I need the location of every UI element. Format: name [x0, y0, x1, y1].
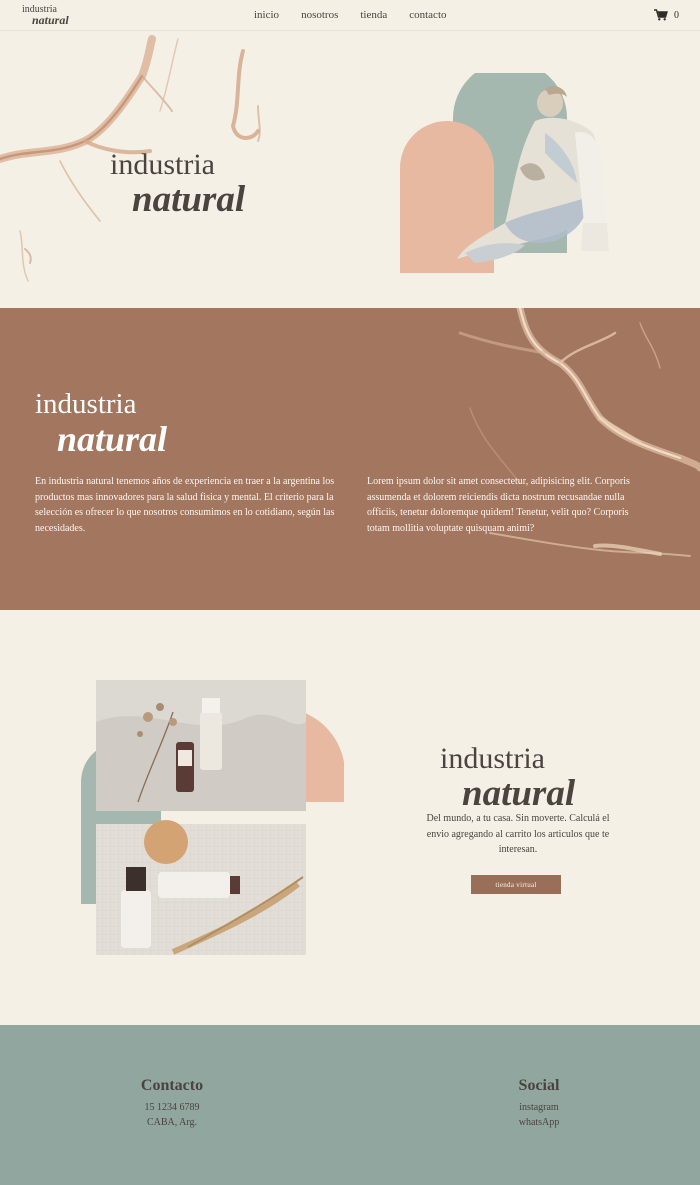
hero-section: industria natural: [0, 31, 700, 308]
footer: Contacto 15 1234 6789 CABA, Arg. Social …: [0, 1025, 700, 1185]
footer-social-heading: Social: [518, 1077, 560, 1094]
shop-description: Del mundo, a tu casa. Sin moverte. Calcu…: [426, 813, 610, 855]
shop-title: industria natural: [440, 743, 575, 813]
marble-texture-dark: [458, 308, 700, 557]
cart-button[interactable]: 0: [654, 9, 679, 21]
nav-link-tienda[interactable]: tienda: [360, 9, 387, 21]
about-section: industria natural En industria natural t…: [0, 308, 700, 610]
statue-collage: [400, 73, 609, 273]
product-collage: [81, 680, 344, 955]
footer-link-whatsapp[interactable]: whatsApp: [479, 1115, 599, 1130]
about-title-line1: industria: [35, 388, 137, 420]
footer-social: Social instagram whatsApp: [479, 1077, 599, 1130]
about-title-line2: natural: [57, 419, 168, 459]
shop-title-line1: industria: [440, 742, 545, 775]
nav-link-inicio[interactable]: inicio: [254, 9, 279, 21]
cart-count: 0: [674, 9, 679, 21]
nav-links: inicio nosotros tienda contacto: [254, 9, 447, 21]
shop-section: industria natural Del mundo, a tu casa. …: [0, 610, 700, 1025]
top-nav: industria natural inicio nosotros tienda…: [0, 0, 700, 31]
footer-contact: Contacto 15 1234 6789 CABA, Arg.: [112, 1077, 232, 1130]
footer-location: CABA, Arg.: [146, 1117, 198, 1128]
footer-link-instagram[interactable]: instagram: [479, 1100, 599, 1115]
tienda-virtual-button[interactable]: tienda virtual: [471, 875, 561, 894]
nav-logo[interactable]: industria natural: [22, 5, 69, 27]
nav-link-nosotros[interactable]: nosotros: [301, 9, 338, 21]
shop-title-line2: natural: [462, 773, 576, 814]
shopping-cart-icon: [654, 9, 668, 21]
hero-title-line2: natural: [132, 179, 246, 220]
about-title: industria natural: [35, 388, 167, 458]
hero-title-line1: industria: [110, 148, 215, 181]
about-paragraph-right: Lorem ipsum dolor sit amet consectetur, …: [367, 476, 630, 534]
about-paragraph-left: En industria natural tenemos años de exp…: [35, 476, 335, 534]
hero-title: industria natural: [110, 149, 245, 219]
footer-phone: 15 1234 6789: [144, 1102, 200, 1113]
nav-link-contacto[interactable]: contacto: [409, 9, 446, 21]
footer-contact-heading: Contacto: [140, 1077, 204, 1094]
nav-logo-line2: natural: [32, 13, 69, 27]
